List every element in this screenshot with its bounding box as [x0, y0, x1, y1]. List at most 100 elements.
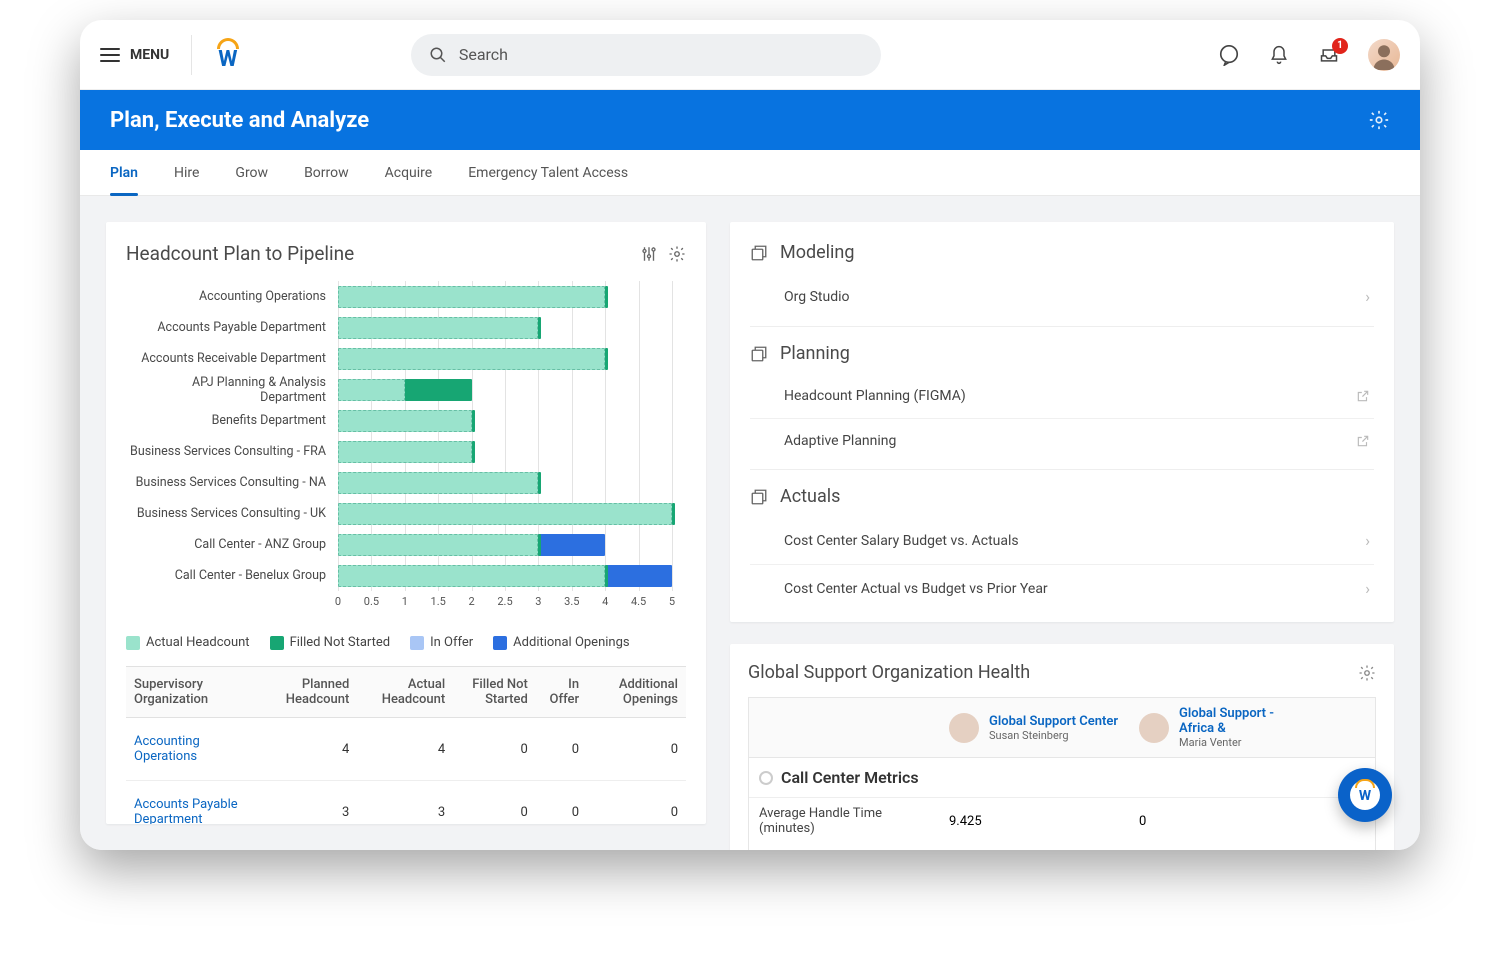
bell-icon[interactable] [1268, 44, 1290, 66]
menu-button[interactable]: MENU [100, 35, 192, 75]
org-header[interactable]: Global Support CenterSusan Steinberg [939, 705, 1129, 751]
stack-icon [750, 244, 768, 262]
health-gear-icon[interactable] [1358, 664, 1376, 682]
tab-emergency-talent-access[interactable]: Emergency Talent Access [468, 150, 628, 195]
tab-bar: Plan Hire Grow Borrow Acquire Emergency Talen… [80, 150, 1420, 196]
workday-logo[interactable]: W [214, 41, 242, 69]
bar-segment[interactable] [338, 534, 538, 556]
metric-row: First Contact Resolution %83.23%0.00% [749, 844, 1375, 850]
hamburger-icon [100, 48, 120, 62]
page-banner: Plan, Execute and Analyze [80, 90, 1420, 150]
bar-segment[interactable] [405, 379, 472, 401]
table-cell: 0 [536, 781, 587, 825]
external-icon [1356, 434, 1370, 448]
org-link[interactable]: Accounts Payable Department [126, 781, 257, 825]
bar-segment[interactable] [338, 565, 605, 587]
chart-row-label: Accounting Operations [126, 289, 338, 304]
bar-segment[interactable] [338, 286, 605, 308]
external-icon [1356, 389, 1370, 403]
nav-link[interactable]: Headcount Planning (FIGMA) [750, 374, 1374, 418]
nav-link[interactable]: Cost Center Salary Budget vs. Actuals› [750, 517, 1374, 564]
bar-segment[interactable] [338, 472, 538, 494]
chart-row-label: Accounts Receivable Department [126, 351, 338, 366]
health-title: Global Support Organization Health [748, 662, 1030, 683]
table-cell: 4 [257, 718, 357, 781]
headcount-table: Supervisory OrganizationPlanned Headcoun… [126, 666, 686, 824]
nav-link[interactable]: Adaptive Planning [750, 418, 1374, 463]
chart-card-title: Headcount Plan to Pipeline [126, 242, 354, 265]
chart-row-label: Call Center - ANZ Group [126, 537, 338, 552]
org-link[interactable]: Accounting Operations [126, 718, 257, 781]
bar-segment[interactable] [338, 441, 472, 463]
bar-segment[interactable] [338, 379, 405, 401]
table-row[interactable]: Accounts Payable Department33000 [126, 781, 686, 825]
chevron-right-icon: › [1365, 287, 1370, 306]
table-cell: 0 [587, 781, 686, 825]
menu-label: MENU [130, 47, 169, 63]
table-header: Filled Not Started [453, 667, 536, 718]
chart-row-label: Business Services Consulting - FRA [126, 444, 338, 459]
table-header: Planned Headcount [257, 667, 357, 718]
notif-badge: 1 [1332, 38, 1348, 54]
assistant-fab[interactable]: W [1338, 768, 1392, 822]
bar-segment[interactable] [338, 348, 605, 370]
table-cell: 0 [453, 718, 536, 781]
search-placeholder: Search [459, 45, 508, 64]
nav-link[interactable]: Org Studio› [750, 273, 1374, 320]
table-cell: 0 [453, 781, 536, 825]
headcount-chart: Accounting Operations Accounts Payable De… [126, 271, 686, 621]
inbox-icon[interactable]: 1 [1318, 44, 1340, 66]
search-icon [429, 46, 447, 64]
table-row[interactable]: Accounting Operations44000 [126, 718, 686, 781]
stack-icon [750, 488, 768, 506]
table-header: Actual Headcount [357, 667, 453, 718]
chart-legend: Actual Headcount Filled Not Started In Off… [126, 635, 686, 650]
bar-segment[interactable] [338, 503, 672, 525]
table-header: Additional Openings [587, 667, 686, 718]
chart-row-label: Benefits Department [126, 413, 338, 428]
user-avatar[interactable] [1368, 39, 1400, 71]
legend-item: Actual Headcount [126, 635, 250, 650]
tab-hire[interactable]: Hire [174, 150, 199, 195]
banner-gear-icon[interactable] [1368, 109, 1390, 131]
table-header: Supervisory Organization [126, 667, 257, 718]
topbar: MENU W Search 1 [80, 20, 1420, 90]
table-cell: 3 [257, 781, 357, 825]
bar-segment[interactable] [338, 317, 538, 339]
metric-group[interactable]: Call Center Metrics [749, 758, 1375, 798]
chat-icon[interactable] [1218, 44, 1240, 66]
chart-row-label: Business Services Consulting - NA [126, 475, 338, 490]
legend-item: Filled Not Started [270, 635, 391, 650]
tab-grow[interactable]: Grow [235, 150, 268, 195]
card-gear-icon[interactable] [668, 245, 686, 263]
tab-plan[interactable]: Plan [110, 150, 138, 195]
sliders-icon[interactable] [640, 245, 658, 263]
chart-row-label: Call Center - Benelux Group [126, 568, 338, 583]
chart-row-label: Accounts Payable Department [126, 320, 338, 335]
section-head: Modeling [750, 242, 1374, 263]
chevron-right-icon: › [1365, 579, 1370, 598]
legend-item: In Offer [410, 635, 473, 650]
section-head: Actuals [750, 486, 1374, 507]
metric-row: Average Handle Time (minutes)9.4250 [749, 798, 1375, 844]
page-title: Plan, Execute and Analyze [110, 108, 369, 133]
table-cell: 4 [357, 718, 453, 781]
search-input[interactable]: Search [411, 34, 881, 76]
table-cell: 0 [536, 718, 587, 781]
tab-acquire[interactable]: Acquire [385, 150, 433, 195]
org-header[interactable]: Global Support - Africa & Maria Venter [1129, 698, 1319, 757]
chart-row-label: APJ Planning & Analysis Department [126, 375, 338, 405]
stack-icon [750, 345, 768, 363]
chevron-right-icon: › [1365, 531, 1370, 550]
tab-borrow[interactable]: Borrow [304, 150, 349, 195]
chart-row-label: Business Services Consulting - UK [126, 506, 338, 521]
table-cell: 0 [587, 718, 686, 781]
bar-segment[interactable] [538, 534, 605, 556]
nav-link[interactable]: Cost Center Actual vs Budget vs Prior Ye… [750, 564, 1374, 612]
bar-segment[interactable] [605, 565, 672, 587]
section-head: Planning [750, 343, 1374, 364]
legend-item: Additional Openings [493, 635, 629, 650]
table-header: In Offer [536, 667, 587, 718]
table-cell: 3 [357, 781, 453, 825]
bar-segment[interactable] [338, 410, 472, 432]
